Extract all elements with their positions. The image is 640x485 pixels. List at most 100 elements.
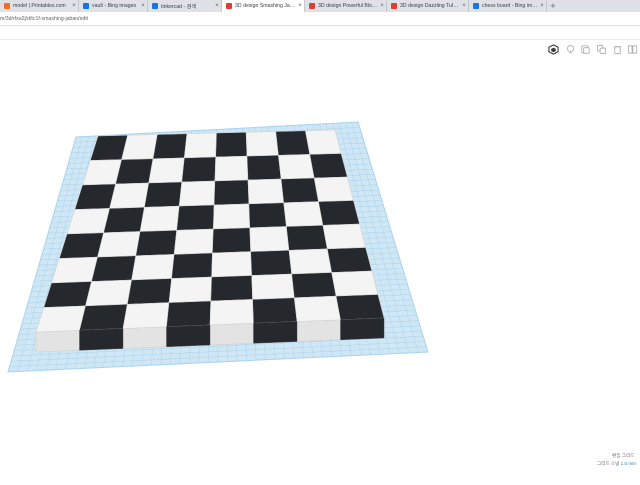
board-square-dark[interactable]	[144, 181, 183, 208]
browser-tab-title: tinkercad - 검색	[161, 3, 197, 10]
board-square-dark[interactable]	[79, 304, 128, 331]
board-square-dark[interactable]	[126, 278, 172, 305]
board-square-dark[interactable]	[210, 275, 253, 302]
delete-icon[interactable]	[612, 44, 623, 55]
board-square-dark[interactable]	[171, 252, 213, 279]
board-square-light[interactable]	[109, 182, 149, 209]
close-icon[interactable]: ×	[213, 3, 221, 9]
browser-tab[interactable]: 3D design Powerful Blorr | Tinke×	[305, 0, 387, 12]
tinkercad-icon	[226, 3, 232, 9]
close-icon[interactable]: ×	[296, 3, 304, 9]
close-icon[interactable]: ×	[378, 3, 386, 9]
board-square-light[interactable]	[139, 205, 180, 232]
board-square-light[interactable]	[249, 226, 290, 252]
browser-tab[interactable]: chess board - Bing images ×	[469, 0, 547, 12]
board-square-dark[interactable]	[43, 281, 92, 308]
close-icon[interactable]: ×	[139, 3, 147, 9]
board-square-dark[interactable]	[275, 130, 311, 156]
browser-tab[interactable]: 3D design Dazzling Tularis-Mu×	[387, 0, 469, 12]
board-square-light[interactable]	[131, 254, 175, 281]
close-icon[interactable]: ×	[538, 3, 546, 9]
browser-tab-title: model | Printables.com	[13, 3, 66, 9]
board-square-light[interactable]	[247, 178, 284, 205]
board-square-dark[interactable]	[291, 272, 337, 299]
tinkercad-icon	[391, 3, 397, 9]
board-square-light[interactable]	[288, 248, 332, 275]
board-square-dark[interactable]	[318, 200, 360, 226]
board-square-dark[interactable]	[248, 202, 287, 229]
group-icon[interactable]	[627, 44, 638, 55]
board-square-light[interactable]	[184, 132, 217, 159]
board-square-dark[interactable]	[213, 179, 250, 206]
board-square-dark[interactable]	[135, 230, 177, 257]
board-square-dark[interactable]	[103, 207, 145, 234]
board-square-light[interactable]	[305, 129, 342, 155]
board-square-dark[interactable]	[166, 300, 212, 328]
board-square-light[interactable]	[51, 256, 98, 284]
browser-tab[interactable]: tinkercad - 검색 ×	[148, 0, 222, 12]
browser-tab-title: 3D design Dazzling Tularis-Mu	[400, 3, 460, 9]
board-square-light[interactable]	[148, 157, 185, 184]
board-square-dark[interactable]	[58, 232, 104, 259]
address-bar[interactable]: m/3d/rfxa2j/d/tc1f-smashing-jaban/edit	[0, 12, 640, 26]
board-square-dark[interactable]	[286, 225, 328, 251]
board-square-dark[interactable]	[152, 133, 188, 160]
lightbulb-icon[interactable]	[565, 44, 576, 55]
board-square-light[interactable]	[294, 295, 341, 322]
board-square-dark[interactable]	[252, 297, 298, 324]
new-tab-button[interactable]: +	[547, 0, 559, 12]
board-square-light[interactable]	[322, 223, 366, 250]
close-icon[interactable]: ×	[70, 3, 78, 9]
edit-grid-label[interactable]: 편집 그리드	[612, 453, 634, 459]
board-square-dark[interactable]	[181, 156, 216, 183]
browser-tab[interactable]: vault - Bing images ×	[79, 0, 148, 12]
board-square-light[interactable]	[214, 155, 249, 182]
board-square-dark[interactable]	[215, 132, 248, 158]
board-square-light[interactable]	[213, 203, 251, 230]
board-square-dark[interactable]	[327, 247, 373, 273]
note-icon[interactable]	[580, 44, 591, 55]
workplane-scene[interactable]	[0, 60, 640, 480]
board-square-dark[interactable]	[246, 155, 282, 181]
close-icon[interactable]: ×	[460, 3, 468, 9]
board-square-side	[166, 324, 211, 348]
board-square-dark[interactable]	[176, 204, 215, 231]
board-square-dark[interactable]	[280, 177, 319, 204]
board-square-dark[interactable]	[250, 250, 292, 276]
board-square-light[interactable]	[211, 251, 252, 278]
board-square-light[interactable]	[278, 154, 315, 180]
board-square-light[interactable]	[168, 276, 212, 303]
board-square-light[interactable]	[97, 231, 141, 258]
board-square-dark[interactable]	[115, 158, 154, 185]
board-square-light[interactable]	[313, 176, 354, 202]
board-square-light[interactable]	[178, 180, 216, 207]
board-square-light[interactable]	[283, 201, 324, 227]
browser-tab[interactable]: model | Printables.com ×	[0, 0, 79, 12]
snap-grid-value[interactable]: 1.0 mm	[621, 461, 636, 466]
3d-viewport[interactable]	[0, 60, 640, 480]
board-square-light[interactable]	[173, 228, 214, 255]
browser-tab-title: 3D design Powerful Blorr | Tinke	[318, 3, 378, 9]
browser-tab[interactable]: 3D design Smashing Jaban | Tin×	[222, 0, 305, 12]
board-square-light[interactable]	[35, 305, 86, 333]
view-cube-icon[interactable]	[548, 44, 559, 55]
board-square-light[interactable]	[122, 302, 170, 329]
app-header-bar	[0, 26, 640, 40]
board-square-light[interactable]	[209, 299, 254, 326]
duplicate-icon[interactable]	[596, 44, 607, 55]
board-square-dark[interactable]	[91, 255, 137, 282]
browser-tab-title: chess board - Bing images	[482, 3, 538, 9]
board-square-dark[interactable]	[335, 294, 385, 321]
board-square-side	[340, 317, 385, 341]
url-text[interactable]: m/3d/rfxa2j/d/tc1f-smashing-jaban/edit	[0, 14, 88, 24]
snap-grid-readout[interactable]: 그리드 스냅 1.0 mm	[584, 461, 636, 467]
printables-icon	[4, 3, 10, 9]
board-square-dark[interactable]	[309, 153, 348, 179]
board-square-light[interactable]	[85, 279, 132, 307]
board-square-light[interactable]	[331, 270, 379, 297]
board-square-light[interactable]	[251, 273, 295, 300]
board-square-dark[interactable]	[212, 227, 251, 254]
browser-tab-title: vault - Bing images	[92, 3, 137, 9]
board-square-light[interactable]	[245, 131, 279, 157]
board-square-light[interactable]	[121, 134, 158, 160]
